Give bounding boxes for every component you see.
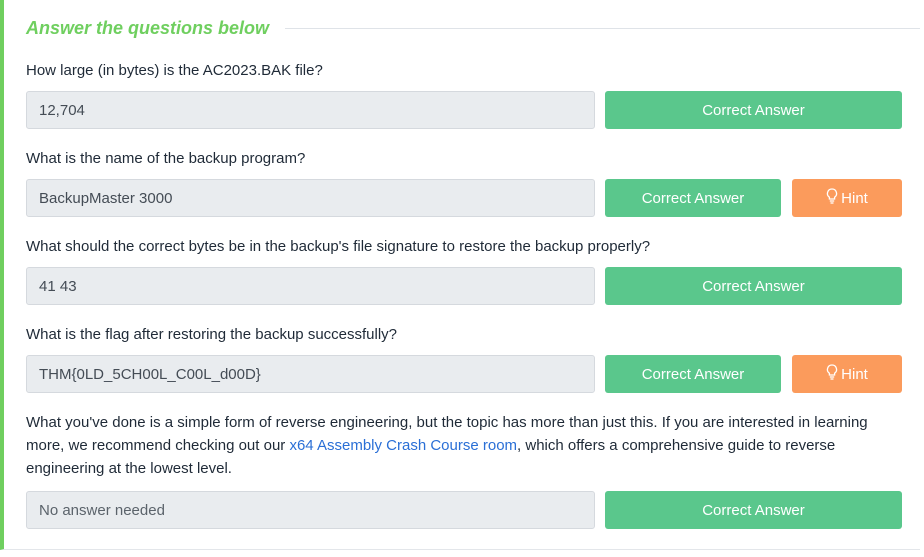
header-divider	[285, 27, 920, 29]
correct-answer-button-4[interactable]: Correct Answer	[605, 355, 781, 393]
question-4-text: What is the flag after restoring the bac…	[26, 326, 398, 343]
final-question-text: What you've done is a simple form of rev…	[26, 411, 906, 480]
correct-answer-button-3[interactable]: Correct Answer	[605, 267, 902, 305]
answer-5-field[interactable]: No answer needed	[26, 491, 595, 529]
question-2-text: What is the name of the backup program?	[26, 150, 306, 167]
correct-answer-button-2[interactable]: Correct Answer	[605, 179, 781, 217]
correct-answer-button-5[interactable]: Correct Answer	[605, 491, 902, 529]
hint-label: Hint	[841, 189, 868, 207]
question-3-text: What should the correct bytes be in the …	[26, 238, 651, 255]
section-header: Answer the questions below	[26, 14, 920, 42]
question-1-text: How large (in bytes) is the AC2023.BAK f…	[26, 62, 323, 79]
answer-1-field[interactable]: 12,704	[26, 91, 595, 129]
hint-button-2[interactable]: Hint	[792, 179, 902, 217]
answer-3-field[interactable]: 41 43	[26, 267, 595, 305]
questions-panel: Answer the questions below How large (in…	[0, 0, 920, 550]
assembly-course-link[interactable]: x64 Assembly Crash Course room	[289, 437, 517, 454]
answer-2-field[interactable]: BackupMaster 3000	[26, 179, 595, 217]
section-title: Answer the questions below	[26, 17, 270, 38]
hint-label: Hint	[841, 365, 868, 383]
lightbulb-icon	[826, 364, 838, 384]
answer-4-field[interactable]: THM{0LD_5CH00L_C00L_d00D}	[26, 355, 595, 393]
correct-answer-button-1[interactable]: Correct Answer	[605, 91, 902, 129]
hint-button-4[interactable]: Hint	[792, 355, 902, 393]
lightbulb-icon	[826, 188, 838, 208]
